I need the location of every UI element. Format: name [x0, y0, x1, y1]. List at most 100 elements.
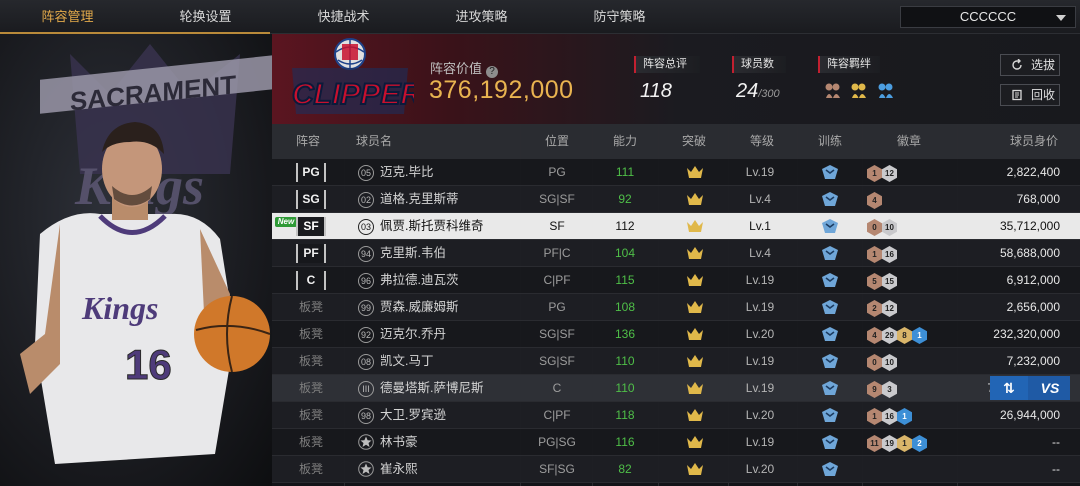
column-header-badges[interactable]: 徽章 — [897, 124, 921, 159]
player-name[interactable]: 道格.克里斯蒂 — [380, 186, 458, 213]
breakthrough-crown-icon[interactable] — [677, 159, 713, 186]
table-row[interactable]: PG 05 迈克.毕比 PG 111 Lv.19 1 12 2,822,400 — [272, 159, 1080, 186]
breakthrough-crown-icon[interactable] — [677, 375, 713, 402]
lineup-slot-cell[interactable]: SF — [294, 213, 328, 240]
tab-defense-strategy[interactable]: 防守策略 — [552, 0, 687, 34]
table-row[interactable]: 板凳 98 大卫.罗宾逊 C|PF 118 Lv.20 1 16 1 26,944,000 — [272, 402, 1080, 429]
training-icon[interactable] — [817, 375, 843, 402]
column-header-training[interactable]: 训练 — [818, 124, 842, 159]
player-name[interactable]: 迈克尔.乔丹 — [380, 321, 446, 348]
table-row[interactable]: C 96 弗拉德.迪瓦茨 C|PF 115 Lv.19 5 15 6,912,000 — [272, 267, 1080, 294]
breakthrough-crown-icon[interactable] — [677, 267, 713, 294]
breakthrough-crown-icon[interactable] — [677, 402, 713, 429]
lineup-slot-cell[interactable]: 板凳 — [294, 294, 328, 321]
column-header-slot[interactable]: 阵容 — [296, 124, 320, 159]
badge-silver-icon[interactable]: 29 — [882, 327, 897, 344]
tab-quick-tactics[interactable]: 快捷战术 — [276, 0, 411, 34]
badge-bronze-icon[interactable]: 5 — [867, 273, 882, 290]
badge-silver-icon[interactable]: 16 — [882, 246, 897, 263]
player-name[interactable]: 佩贾.斯托贾科维奇 — [380, 213, 483, 240]
training-icon[interactable] — [817, 402, 843, 429]
breakthrough-crown-icon[interactable] — [677, 456, 713, 483]
breakthrough-crown-icon[interactable] — [677, 213, 713, 240]
training-icon[interactable] — [817, 321, 843, 348]
breakthrough-crown-icon[interactable] — [677, 294, 713, 321]
badge-silver-icon[interactable]: 12 — [882, 300, 897, 317]
badge-gold-icon[interactable]: 8 — [897, 327, 912, 344]
badge-silver-icon[interactable]: 12 — [882, 165, 897, 182]
lineup-slot-cell[interactable]: PF — [294, 240, 328, 267]
tab-offense-strategy[interactable]: 进攻策略 — [414, 0, 549, 34]
breakthrough-crown-icon[interactable] — [677, 348, 713, 375]
column-header-worth[interactable]: 球员身价 — [1010, 124, 1058, 159]
badge-gold-icon[interactable]: 1 — [897, 435, 912, 452]
lineup-slot-cell[interactable]: 板凳 — [294, 321, 328, 348]
player-name[interactable]: 贾森.威廉姆斯 — [380, 294, 458, 321]
player-name[interactable]: 迈克.毕比 — [380, 159, 433, 186]
training-icon[interactable] — [817, 456, 843, 483]
lineup-slot-cell[interactable]: 板凳 — [294, 375, 328, 402]
badge-silver-icon[interactable]: 15 — [882, 273, 897, 290]
table-row[interactable]: 板凳III德曼塔斯.萨博尼斯C110Lv.19937⇅VS — [272, 375, 1080, 402]
badge-silver-icon[interactable]: 3 — [882, 381, 897, 398]
vs-button[interactable]: VS — [1032, 376, 1068, 400]
badge-bronze-icon[interactable]: 1 — [867, 165, 882, 182]
player-name[interactable]: 崔永熙 — [380, 456, 418, 483]
player-name[interactable]: 德曼塔斯.萨博尼斯 — [380, 375, 483, 402]
bond-icon-blue[interactable] — [877, 81, 895, 99]
tab-rotation-settings[interactable]: 轮换设置 — [138, 0, 273, 34]
tab-lineup-management[interactable]: 阵容管理 — [0, 0, 135, 34]
breakthrough-crown-icon[interactable] — [677, 321, 713, 348]
training-icon[interactable] — [817, 240, 843, 267]
column-header-position[interactable]: 位置 — [545, 124, 569, 159]
badge-bronze-icon[interactable]: 4 — [867, 327, 882, 344]
lineup-slot-cell[interactable]: C — [294, 267, 328, 294]
badge-bronze-icon[interactable]: 11 — [867, 435, 882, 452]
select-players-button[interactable]: 选拔 — [1000, 54, 1060, 76]
badge-blue-icon[interactable]: 1 — [912, 327, 927, 344]
breakthrough-crown-icon[interactable] — [677, 429, 713, 456]
table-row[interactable]: 板凳 林书豪 PG|SG 116 Lv.19 11 19 1 2 -- — [272, 429, 1080, 456]
player-name[interactable]: 弗拉德.迪瓦茨 — [380, 267, 458, 294]
bond-icon-bronze[interactable] — [824, 81, 842, 99]
badge-bronze-icon[interactable]: 4 — [867, 192, 882, 209]
lineup-slot-cell[interactable]: SG — [294, 186, 328, 213]
badge-silver-icon[interactable]: 19 — [882, 435, 897, 452]
lineup-slot-cell[interactable]: 板凳 — [294, 348, 328, 375]
badge-blue-icon[interactable]: 1 — [897, 408, 912, 425]
table-row[interactable]: New SF 03 佩贾.斯托贾科维奇 SF 112 Lv.1 0 10 35,712,000 — [272, 213, 1080, 240]
lineup-slot-cell[interactable]: 板凳 — [294, 402, 328, 429]
badge-bronze-icon[interactable]: 9 — [867, 381, 882, 398]
table-row[interactable]: 板凳 崔永熙 SF|SG 82 Lv.20 -- — [272, 456, 1080, 483]
table-row[interactable]: SG 02 道格.克里斯蒂 SG|SF 92 Lv.4 4 768,000 — [272, 186, 1080, 213]
badge-silver-icon[interactable]: 16 — [882, 408, 897, 425]
lineup-slot-cell[interactable]: 板凳 — [294, 456, 328, 483]
breakthrough-crown-icon[interactable] — [677, 186, 713, 213]
column-header-level[interactable]: 等级 — [750, 124, 774, 159]
column-header-name[interactable]: 球员名 — [356, 124, 392, 159]
training-icon[interactable] — [817, 213, 843, 240]
badge-bronze-icon[interactable]: 0 — [867, 354, 882, 371]
swap-icon[interactable]: ⇅ — [990, 376, 1028, 400]
badge-bronze-icon[interactable]: 0 — [867, 219, 882, 236]
player-name[interactable]: 凯文.马丁 — [380, 348, 433, 375]
recycle-button[interactable]: 回收 — [1000, 84, 1060, 106]
player-name[interactable]: 林书豪 — [380, 429, 418, 456]
team-select-dropdown[interactable]: CCCCCC — [900, 6, 1076, 28]
table-row[interactable]: 板凳 08 凯文.马丁 SG|SF 110 Lv.19 0 10 7,232,000 — [272, 348, 1080, 375]
table-row[interactable]: 板凳 92 迈克尔.乔丹 SG|SF 136 Lv.20 4 29 8 1 232,320,000 — [272, 321, 1080, 348]
badge-silver-icon[interactable]: 10 — [882, 354, 897, 371]
table-row[interactable]: PF 94 克里斯.韦伯 PF|C 104 Lv.4 1 16 58,688,000 — [272, 240, 1080, 267]
lineup-slot-cell[interactable]: PG — [294, 159, 328, 186]
training-icon[interactable] — [817, 186, 843, 213]
column-header-ability[interactable]: 能力 — [613, 124, 637, 159]
training-icon[interactable] — [817, 429, 843, 456]
badge-bronze-icon[interactable]: 1 — [867, 408, 882, 425]
badge-bronze-icon[interactable]: 1 — [867, 246, 882, 263]
badge-blue-icon[interactable]: 2 — [912, 435, 927, 452]
player-name[interactable]: 大卫.罗宾逊 — [380, 402, 446, 429]
bond-icon-gold[interactable] — [850, 81, 868, 99]
training-icon[interactable] — [817, 267, 843, 294]
lineup-slot-cell[interactable]: 板凳 — [294, 429, 328, 456]
training-icon[interactable] — [817, 348, 843, 375]
